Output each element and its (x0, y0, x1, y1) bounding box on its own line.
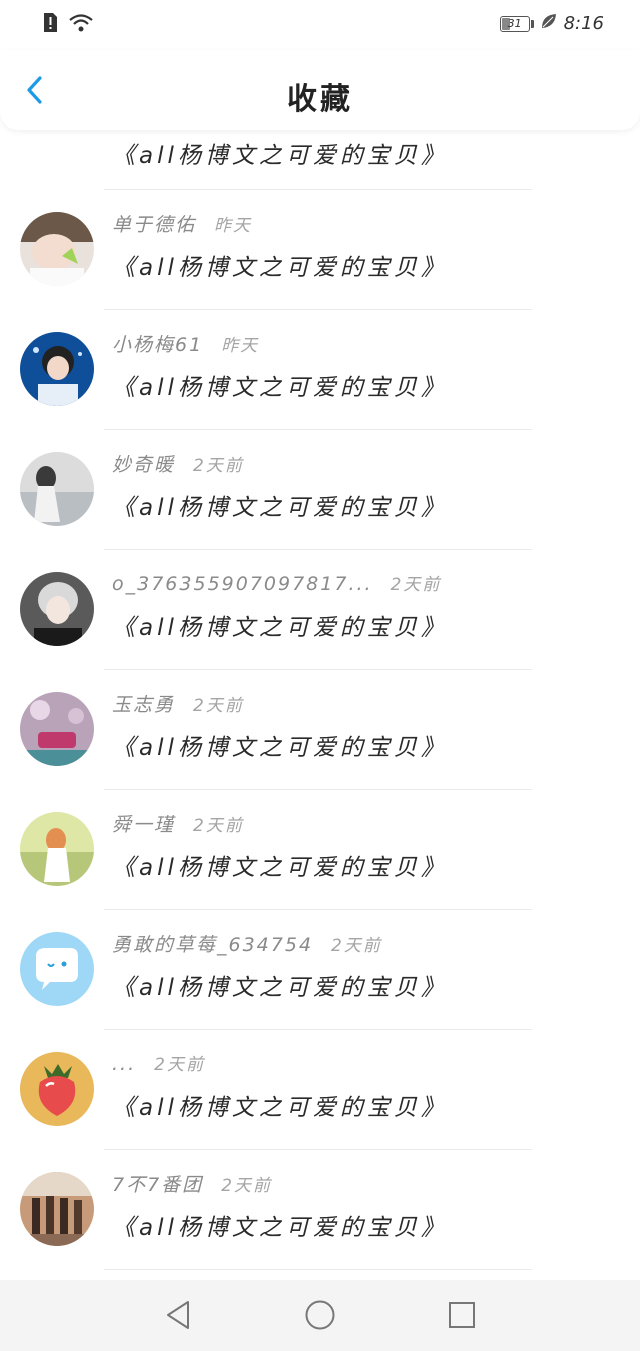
user-name[interactable]: 7不7番团 (112, 1170, 203, 1197)
nav-bar (0, 1280, 640, 1351)
item-meta: o_37635590709781​7... 2天前 (112, 570, 441, 595)
user-name[interactable]: 妙奇暖 (112, 450, 175, 477)
user-name[interactable]: 舜一瑾 (112, 810, 175, 837)
avatar[interactable] (20, 332, 94, 406)
status-left (40, 12, 94, 38)
avatar[interactable] (20, 692, 94, 766)
user-name[interactable]: o_37635590709781​7... (112, 573, 373, 595)
page-title: 收藏 (287, 82, 353, 117)
item-title: 《all杨博文之可爱的宝贝》 (112, 495, 448, 521)
list-item[interactable]: 7不7番团 2天前 《all杨博文之可爱的宝贝》 (0, 1150, 640, 1270)
nav-back-button[interactable] (160, 1297, 196, 1333)
list-item[interactable]: ... 2天前 《all杨博文之可爱的宝贝》 (0, 1030, 640, 1150)
home-circle-icon (302, 1300, 338, 1337)
screen: 31 8:16 收藏 《all杨博文之可爱的宝贝》 单于德佑 昨天 《all杨博… (0, 0, 640, 1351)
alert-icon (40, 12, 60, 38)
item-title: 《all杨博文之可爱的宝贝》 (112, 375, 448, 401)
user-name[interactable]: 小杨梅61 (112, 330, 203, 357)
favorites-list: 《all杨博文之可爱的宝贝》 单于德佑 昨天 《all杨博文之可爱的宝贝》 小杨… (0, 130, 640, 1280)
item-title: 《all杨博文之可爱的宝贝》 (112, 975, 448, 1001)
status-right: 31 8:16 (499, 12, 604, 35)
list-item[interactable]: 妙奇暖 2天前 《all杨博文之可爱的宝贝》 (0, 430, 640, 550)
item-title: 《all杨博文之可爱的宝贝》 (112, 735, 448, 761)
list-item[interactable]: 单于德佑 昨天 《all杨博文之可爱的宝贝》 (0, 190, 640, 310)
list-item[interactable]: 《all杨博文之可爱的宝贝》 (0, 130, 640, 190)
wifi-icon (68, 13, 94, 37)
timestamp: 2天前 (154, 1055, 205, 1075)
user-name[interactable]: 单于德佑 (112, 210, 196, 237)
nav-recents-button[interactable] (444, 1297, 480, 1333)
timestamp: 昨天 (214, 216, 253, 236)
item-title: 《all杨博文之可爱的宝贝》 (112, 855, 448, 881)
item-meta: ... 2天前 (112, 1050, 205, 1075)
list-item[interactable]: 小杨梅61 昨天 《all杨博文之可爱的宝贝》 (0, 310, 640, 430)
timestamp: 2天前 (193, 816, 244, 836)
back-triangle-icon (160, 1301, 196, 1337)
user-name[interactable]: ... (112, 1053, 136, 1075)
list-item[interactable]: 舜一瑾 2天前 《all杨博文之可爱的宝贝》 (0, 790, 640, 910)
item-meta: 单于德佑 昨天 (112, 210, 252, 237)
timestamp: 昨天 (221, 336, 260, 356)
item-title: 《all杨博文之可爱的宝贝》 (112, 615, 448, 641)
item-title: 《all杨博文之可爱的宝贝》 (112, 255, 448, 281)
item-title: 《all杨博文之可爱的宝贝》 (112, 1095, 448, 1121)
timestamp: 2天前 (193, 696, 244, 716)
list-item[interactable]: o_37635590709781​7... 2天前 《all杨博文之可爱的宝贝》 (0, 550, 640, 670)
user-name[interactable]: 玉志勇 (112, 690, 175, 717)
recents-square-icon (444, 1302, 480, 1337)
item-title: 《all杨博文之可爱的宝贝》 (112, 1215, 448, 1241)
status-time: 8:16 (563, 13, 604, 34)
timestamp: 2天前 (331, 936, 382, 956)
list-item[interactable]: 玉志勇 2天前 《all杨博文之可爱的宝贝》 (0, 670, 640, 790)
avatar[interactable] (20, 812, 94, 886)
avatar[interactable] (20, 1052, 94, 1126)
leaf-icon (540, 12, 558, 35)
timestamp: 2天前 (390, 575, 442, 595)
item-meta: 勇敢的草莓_634754 2天前 (112, 930, 382, 957)
item-meta: 玉志勇 2天前 (112, 690, 244, 717)
item-meta: 舜一瑾 2天前 (112, 810, 244, 837)
avatar[interactable] (20, 932, 94, 1006)
item-meta: 7不7番团 2天前 (112, 1170, 272, 1197)
avatar[interactable] (20, 452, 94, 526)
nav-home-button[interactable] (302, 1297, 338, 1333)
battery-icon: 31 (499, 15, 534, 32)
item-title: 《all杨博文之可爱的宝贝》 (112, 143, 448, 169)
battery-level: 31 (507, 17, 522, 30)
list-item[interactable]: 勇敢的草莓_634754 2天前 《all杨博文之可爱的宝贝》 (0, 910, 640, 1030)
timestamp: 2天前 (193, 456, 244, 476)
avatar[interactable] (20, 1172, 94, 1246)
item-meta: 妙奇暖 2天前 (112, 450, 244, 477)
item-meta: 小杨梅61 昨天 (112, 330, 259, 357)
timestamp: 2天前 (221, 1176, 273, 1196)
avatar[interactable] (20, 572, 94, 646)
header: 收藏 (0, 50, 640, 130)
avatar[interactable] (20, 212, 94, 286)
status-bar: 31 8:16 (0, 0, 640, 50)
user-name[interactable]: 勇敢的草莓_634754 (112, 930, 313, 957)
divider (104, 1269, 532, 1270)
